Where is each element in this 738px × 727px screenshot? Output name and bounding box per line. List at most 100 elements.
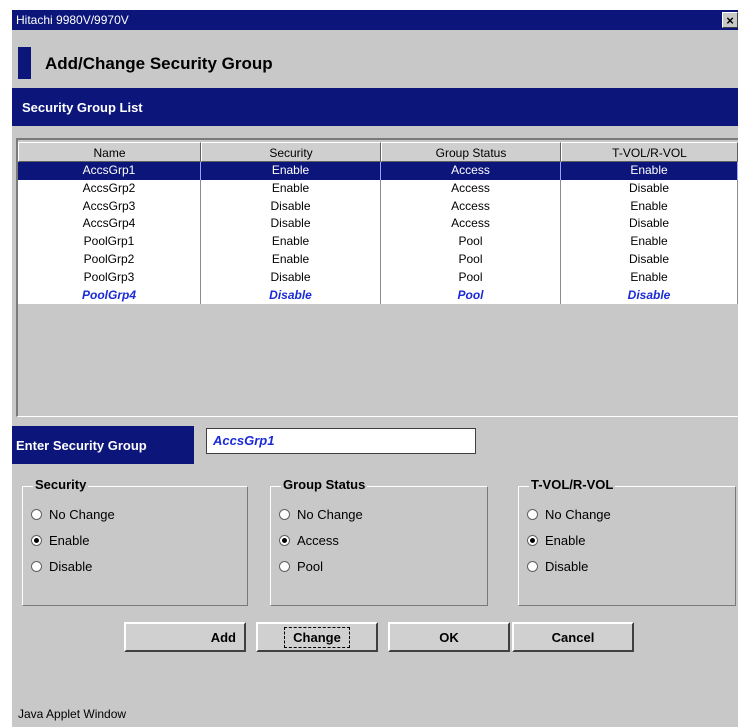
table-row[interactable]: PoolGrp1 Enable Pool Enable	[18, 233, 738, 251]
cell-group-status: Pool	[381, 233, 561, 251]
header-marker	[18, 47, 31, 79]
cell-tvol-rvol: Enable	[561, 197, 738, 216]
option-label: Access	[297, 533, 339, 548]
group-status-box: Group Status No Change Access Pool	[270, 477, 488, 606]
column-header-security[interactable]: Security	[201, 142, 381, 162]
option-label: Disable	[545, 559, 589, 574]
close-icon[interactable]: ×	[722, 12, 738, 28]
cell-tvol-rvol: Enable	[561, 268, 738, 287]
option-label: Enable	[545, 533, 586, 548]
cancel-button-label: Cancel	[551, 630, 595, 645]
ok-button-label: OK	[439, 630, 459, 645]
column-header-group-status[interactable]: Group Status	[381, 142, 561, 162]
group-status-option-access[interactable]: Access	[279, 533, 339, 548]
group-status-option-no-change[interactable]: No Change	[279, 507, 363, 522]
cell-name: PoolGrp4	[18, 286, 201, 305]
option-label: Pool	[297, 559, 324, 574]
column-header-name[interactable]: Name	[18, 142, 201, 162]
radio-icon[interactable]	[279, 561, 290, 572]
window-title: Hitachi 9980V/9970V	[16, 13, 129, 27]
cell-security: Enable	[201, 162, 381, 180]
cell-tvol-rvol: Disable	[561, 179, 738, 198]
table-body: AccsGrp1 Enable Access Enable AccsGrp2 Enable…	[18, 162, 738, 305]
cell-security: Disable	[201, 268, 381, 287]
cell-group-status: Access	[381, 162, 561, 180]
option-label: No Change	[49, 507, 115, 522]
option-label: Enable	[49, 533, 90, 548]
ok-button[interactable]: OK	[388, 622, 510, 652]
cell-name: AccsGrp4	[18, 215, 201, 234]
change-button[interactable]: Change	[256, 622, 378, 652]
tvol-option-no-change[interactable]: No Change	[527, 507, 611, 522]
table-row[interactable]: AccsGrp2 Enable Access Disable	[18, 179, 738, 198]
security-group-name-input[interactable]: AccsGrp1	[206, 428, 476, 454]
security-group-list-bar: Security Group List	[12, 88, 738, 126]
tvol-option-enable[interactable]: Enable	[527, 533, 585, 548]
radio-icon[interactable]	[527, 561, 538, 572]
cell-name: PoolGrp2	[18, 250, 201, 269]
cell-security: Disable	[201, 197, 381, 216]
radio-selected-icon[interactable]	[279, 535, 290, 546]
cell-tvol-rvol: Enable	[561, 233, 738, 251]
security-option-disable[interactable]: Disable	[31, 559, 92, 574]
section-title: Security Group List	[22, 100, 143, 115]
tvol-option-disable[interactable]: Disable	[527, 559, 588, 574]
cell-security: Disable	[201, 286, 381, 305]
radio-selected-icon[interactable]	[527, 535, 538, 546]
table-row[interactable]: AccsGrp4 Disable Access Disable	[18, 215, 738, 234]
radio-icon[interactable]	[31, 509, 42, 520]
page-title: Add/Change Security Group	[45, 54, 273, 73]
security-group-table: Name Security Group Status T-VOL/R-VOL A…	[16, 138, 738, 417]
cell-security: Disable	[201, 215, 381, 234]
cell-security: Enable	[201, 250, 381, 269]
cell-tvol-rvol: Disable	[561, 286, 738, 305]
applet-footer-label: Java Applet Window	[18, 707, 127, 721]
title-bar[interactable]: Hitachi 9980V/9970V ×	[12, 10, 738, 30]
add-button-label: Add	[210, 630, 236, 645]
radio-icon[interactable]	[279, 509, 290, 520]
security-legend: Security	[33, 477, 89, 492]
cancel-button[interactable]: Cancel	[512, 622, 634, 652]
cell-security: Enable	[201, 179, 381, 198]
cell-name: AccsGrp2	[18, 179, 201, 198]
security-option-no-change[interactable]: No Change	[31, 507, 115, 522]
option-label: No Change	[545, 507, 611, 522]
change-button-label: Change	[284, 627, 350, 648]
cell-tvol-rvol: Enable	[561, 162, 738, 180]
cell-tvol-rvol: Disable	[561, 215, 738, 234]
add-button[interactable]: Add	[124, 622, 246, 652]
tvol-rvol-legend: T-VOL/R-VOL	[529, 477, 616, 492]
cell-name: PoolGrp3	[18, 268, 201, 287]
radio-selected-icon[interactable]	[31, 535, 42, 546]
table-header: Name Security Group Status T-VOL/R-VOL	[18, 142, 738, 162]
cell-name: PoolGrp1	[18, 233, 201, 251]
table-row[interactable]: AccsGrp1 Enable Access Enable	[18, 162, 738, 180]
security-option-enable[interactable]: Enable	[31, 533, 89, 548]
table-row[interactable]: AccsGrp3 Disable Access Enable	[18, 197, 738, 216]
option-label: No Change	[297, 507, 363, 522]
cell-name: AccsGrp3	[18, 197, 201, 216]
security-group-box: Security No Change Enable Disable	[22, 477, 248, 606]
cell-security: Enable	[201, 233, 381, 251]
page-header: Add/Change Security Group	[12, 30, 738, 90]
radio-icon[interactable]	[527, 509, 538, 520]
enter-security-group-label: Enter Security Group	[16, 438, 147, 453]
cell-group-status: Access	[381, 215, 561, 234]
enter-security-group-label-bar: Enter Security Group	[12, 426, 194, 464]
cell-group-status: Access	[381, 179, 561, 198]
cell-name: AccsGrp1	[18, 162, 201, 180]
table-row[interactable]: PoolGrp2 Enable Pool Disable	[18, 250, 738, 269]
tvol-rvol-box: T-VOL/R-VOL No Change Enable Disable	[518, 477, 736, 606]
applet-window: Hitachi 9980V/9970V × Add/Change Securit…	[12, 10, 738, 727]
table-row[interactable]: PoolGrp3 Disable Pool Enable	[18, 268, 738, 287]
group-status-option-pool[interactable]: Pool	[279, 559, 323, 574]
column-header-tvol-rvol[interactable]: T-VOL/R-VOL	[561, 142, 738, 162]
cell-tvol-rvol: Disable	[561, 250, 738, 269]
table-row[interactable]: PoolGrp4 Disable Pool Disable	[18, 286, 738, 305]
cell-group-status: Pool	[381, 268, 561, 287]
cell-group-status: Access	[381, 197, 561, 216]
radio-icon[interactable]	[31, 561, 42, 572]
group-status-legend: Group Status	[281, 477, 368, 492]
cell-group-status: Pool	[381, 286, 561, 305]
cell-group-status: Pool	[381, 250, 561, 269]
